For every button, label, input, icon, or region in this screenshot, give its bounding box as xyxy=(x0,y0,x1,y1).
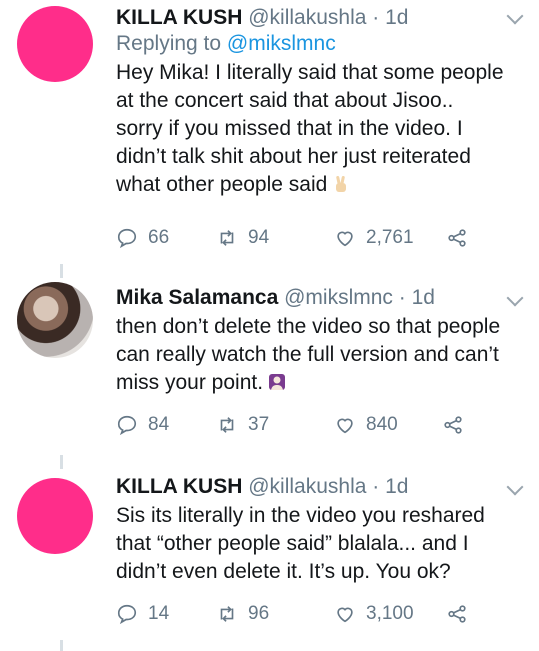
share-icon xyxy=(448,605,466,623)
person-gesturing-emoji-icon xyxy=(269,374,286,390)
avatar[interactable] xyxy=(17,478,93,554)
thread-connector xyxy=(60,640,63,651)
avatar[interactable] xyxy=(17,282,93,358)
like-count: 2,761 xyxy=(366,227,414,248)
display-name[interactable]: KILLA KUSH xyxy=(116,475,242,498)
user-handle[interactable]: @mikslmnc xyxy=(284,286,393,309)
retweet-count: 94 xyxy=(248,227,270,248)
tweet-text-line: that “other people said” blalala... and … xyxy=(116,532,469,555)
reply-count: 14 xyxy=(148,603,170,624)
replying-to-label: Replying to xyxy=(116,32,222,55)
reply-icon xyxy=(117,228,137,249)
timestamp[interactable]: · 1d xyxy=(399,286,435,309)
user-handle[interactable]: @killakushla xyxy=(248,6,366,29)
tweet-text: then don’t delete the video so that peop… xyxy=(116,313,516,397)
like-button[interactable]: 3,100 xyxy=(334,603,414,625)
share-button[interactable] xyxy=(446,603,468,625)
user-handle[interactable]: @killakushla xyxy=(248,475,366,498)
share-button[interactable] xyxy=(446,227,468,249)
share-icon xyxy=(448,229,466,247)
thread-connector xyxy=(60,455,63,469)
tweet-text-line: then don’t delete the video so that peop… xyxy=(116,315,501,338)
retweet-button[interactable]: 37 xyxy=(216,414,269,436)
retweet-button[interactable]: 94 xyxy=(216,227,269,249)
share-button[interactable] xyxy=(442,414,464,436)
tweet-text-line: Sis its literally in the video you resha… xyxy=(116,504,485,527)
like-count: 840 xyxy=(366,414,398,435)
tweet-text-line: miss your point. xyxy=(116,369,516,397)
retweet-icon xyxy=(220,230,234,246)
tweet-text-line: at the concert said that about Jisoo.. xyxy=(116,89,454,112)
like-button[interactable]: 2,761 xyxy=(334,227,414,249)
tweet-text-line: Hey Mika! I literally said that some peo… xyxy=(116,61,504,84)
retweet-button[interactable]: 96 xyxy=(216,603,269,625)
replying-to-handle[interactable]: @mikslmnc xyxy=(227,32,336,55)
heart-icon xyxy=(337,231,353,247)
reply-count: 66 xyxy=(148,227,170,248)
tweet-text-line: didn’t talk shit about her just reiterat… xyxy=(116,145,471,168)
tweet-text-line: didn’t even delete it. It’s up. You ok? xyxy=(116,560,451,583)
reply-icon xyxy=(117,604,137,625)
avatar[interactable] xyxy=(17,6,93,82)
retweet-icon xyxy=(220,417,234,433)
heart-icon xyxy=(337,607,353,623)
tweet-text-line: what other people said xyxy=(116,171,516,199)
reply-count: 84 xyxy=(148,414,170,435)
retweet-count: 37 xyxy=(248,414,270,435)
like-button[interactable]: 840 xyxy=(334,414,398,436)
display-name[interactable]: KILLA KUSH xyxy=(116,6,242,29)
tweet-text: Hey Mika! I literally said that some peo… xyxy=(116,59,516,199)
retweet-icon xyxy=(220,606,234,622)
reply-button[interactable]: 14 xyxy=(116,603,169,625)
like-count: 3,100 xyxy=(366,603,414,624)
tweet-text: Sis its literally in the video you resha… xyxy=(116,502,516,586)
reply-button[interactable]: 84 xyxy=(116,414,169,436)
tweet-text-line: sorry if you missed that in the video. I xyxy=(116,117,463,140)
thread-connector xyxy=(60,264,63,278)
display-name[interactable]: Mika Salamanca xyxy=(116,286,278,309)
timestamp[interactable]: · 1d xyxy=(372,475,408,498)
replying-to: Replying to @mikslmnc xyxy=(116,31,516,57)
share-icon xyxy=(444,416,462,434)
reply-icon xyxy=(117,415,137,436)
tweet-text-line: can really watch the full version and ca… xyxy=(116,343,499,366)
reply-button[interactable]: 66 xyxy=(116,227,169,249)
retweet-count: 96 xyxy=(248,603,270,624)
victory-hand-emoji-icon xyxy=(336,175,347,192)
timestamp[interactable]: · 1d xyxy=(372,6,408,29)
heart-icon xyxy=(337,418,353,434)
